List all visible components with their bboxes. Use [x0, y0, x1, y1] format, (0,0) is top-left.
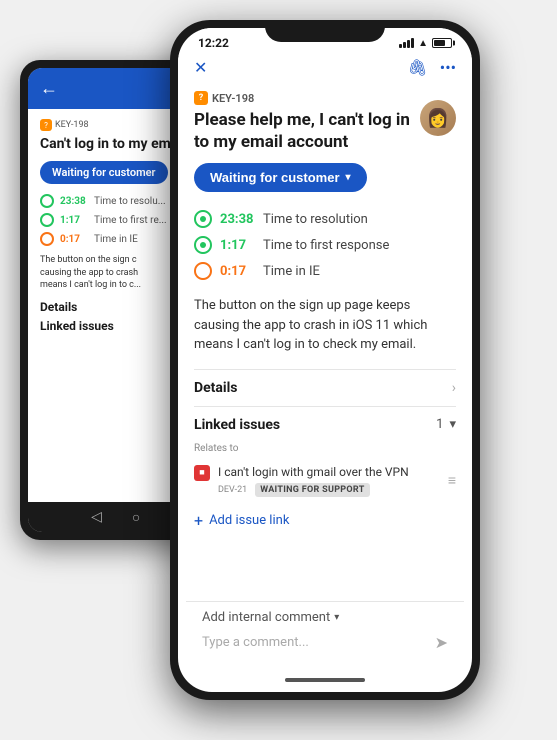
android-timer-val-3: 0:17	[60, 234, 88, 245]
linked-item: ■ I can't login with gmail over the VPN …	[194, 458, 456, 504]
linked-status-badge: WAITING FOR SUPPORT	[255, 483, 369, 497]
relates-to-label: Relates to	[194, 443, 456, 454]
timer-orange-icon-3	[40, 232, 54, 246]
signal-bar-1	[399, 44, 402, 48]
comment-bar: Add internal comment ▾ Type a comment...…	[186, 601, 464, 662]
comment-chevron-icon: ▾	[334, 612, 339, 623]
toolbar-left: ✕	[194, 58, 207, 77]
timer-icon-3	[194, 262, 212, 280]
timer-green-icon-1	[40, 194, 54, 208]
issue-content: ? KEY-198 Please help me, I can't log in…	[178, 83, 472, 617]
timer-row-1: 23:38 Time to resolution	[194, 206, 456, 232]
details-title: Details	[194, 380, 238, 396]
linked-issues-row[interactable]: Linked issues 1 ▾	[194, 406, 456, 443]
linked-item-text-area: I can't login with gmail over the VPN DE…	[218, 464, 409, 498]
wifi-icon: ▲	[418, 38, 428, 49]
timer-row-3: 0:17 Time in IE	[194, 258, 456, 284]
android-home-nav[interactable]: ○	[132, 509, 140, 526]
app-toolbar: ✕ 🖇 •••	[178, 54, 472, 83]
timer-value-3: 0:17	[220, 264, 255, 279]
issue-title: Please help me, I can't log in to my ema…	[194, 109, 456, 153]
details-row[interactable]: Details ›	[194, 369, 456, 406]
android-timer-label-1: Time to resolu...	[94, 196, 166, 207]
details-arrow-icon: ›	[452, 380, 456, 396]
linked-count: 1	[436, 417, 443, 432]
timer-green-icon-2	[40, 213, 54, 227]
phone-iphone: 12:22 ▲ ✕	[170, 20, 480, 700]
signal-bar-2	[403, 42, 406, 48]
comment-input-row: Type a comment... ➤	[202, 633, 448, 652]
timer-label-2: Time to first response	[263, 238, 389, 253]
scene: ← ? KEY-198 Can't log in to my em... Wai…	[0, 0, 557, 740]
status-time: 12:22	[198, 36, 229, 50]
signal-bar-3	[407, 40, 410, 48]
linked-dev-key: DEV-21	[218, 485, 247, 495]
add-link-label: Add issue link	[209, 513, 289, 528]
avatar: 👩	[420, 100, 456, 136]
attach-icon[interactable]: 🖇	[407, 58, 427, 77]
linked-chevron-icon: ▾	[449, 417, 456, 432]
android-timer-label-2: Time to first re...	[94, 215, 167, 226]
timer-value-1: 23:38	[220, 212, 255, 227]
iphone-screen: 12:22 ▲ ✕	[178, 28, 472, 692]
timer-row-2: 1:17 Time to first response	[194, 232, 456, 258]
add-comment-label[interactable]: Add internal comment	[202, 610, 330, 625]
status-button[interactable]: Waiting for customer ▾	[194, 163, 367, 192]
android-timer-val-2: 1:17	[60, 215, 88, 226]
issue-key-row: ? KEY-198	[194, 91, 456, 105]
bug-icon: ■	[194, 465, 210, 481]
close-button[interactable]: ✕	[194, 58, 207, 77]
status-icons: ▲	[399, 38, 452, 49]
add-comment-row: Add internal comment ▾	[202, 610, 448, 625]
linked-item-left: ■ I can't login with gmail over the VPN …	[194, 464, 409, 498]
timer-section: 23:38 Time to resolution 1:17 Time to fi…	[194, 206, 456, 284]
timer-value-2: 1:17	[220, 238, 255, 253]
timer-icon-2	[194, 236, 212, 254]
iphone-notch	[265, 20, 385, 42]
linked-count-area: 1 ▾	[436, 417, 456, 432]
back-arrow-icon[interactable]: ←	[40, 78, 58, 99]
issue-type-icon: ?	[194, 91, 208, 105]
android-back-nav[interactable]: ◁	[91, 509, 102, 525]
send-icon[interactable]: ➤	[435, 633, 448, 652]
android-question-icon: ?	[40, 119, 52, 131]
hamburger-icon[interactable]: ≡	[448, 472, 456, 489]
issue-description: The button on the sign up page keeps cau…	[194, 296, 456, 355]
comment-placeholder[interactable]: Type a comment...	[202, 635, 309, 650]
timer-label-3: Time in IE	[263, 264, 320, 279]
linked-item-text[interactable]: I can't login with gmail over the VPN	[218, 464, 409, 481]
avatar-image: 👩	[427, 108, 449, 129]
android-key: KEY-198	[55, 120, 89, 130]
android-status-button[interactable]: Waiting for customer	[40, 161, 168, 184]
android-timer-label-3: Time in IE	[94, 234, 138, 245]
chevron-down-icon: ▾	[346, 172, 351, 183]
add-link-row[interactable]: + Add issue link	[194, 503, 456, 538]
timer-label-1: Time to resolution	[263, 212, 368, 227]
battery-icon	[432, 38, 452, 48]
issue-key: KEY-198	[212, 92, 254, 105]
home-indicator	[285, 678, 365, 682]
android-timer-val-1: 23:38	[60, 196, 88, 207]
status-label: Waiting for customer	[210, 170, 340, 185]
linked-title: Linked issues	[194, 417, 280, 433]
timer-icon-1	[194, 210, 212, 228]
toolbar-right: 🖇 •••	[407, 58, 456, 77]
signal-bar-4	[411, 38, 414, 48]
more-button[interactable]: •••	[440, 58, 456, 77]
plus-icon: +	[194, 511, 203, 530]
linked-item-meta: DEV-21 WAITING FOR SUPPORT	[218, 483, 409, 497]
battery-fill	[434, 40, 445, 46]
signal-bars-icon	[399, 38, 414, 48]
